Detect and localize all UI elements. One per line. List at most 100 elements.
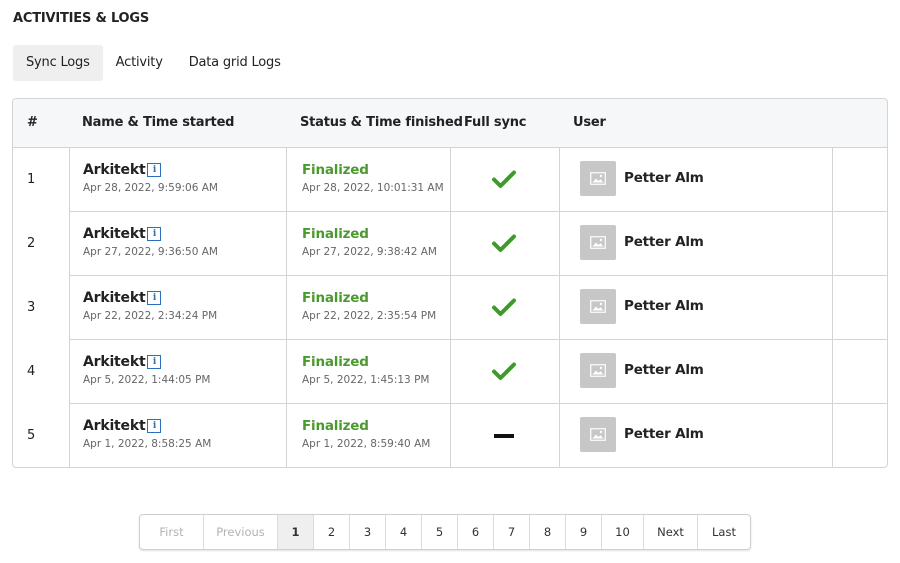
avatar (580, 353, 616, 388)
column-divider (832, 148, 833, 211)
pagination: First Previous 1 2 3 4 5 6 7 8 9 10 Next Last (139, 514, 751, 550)
user-name: Petter Alm (624, 362, 704, 378)
image-placeholder-icon (590, 364, 606, 377)
tab-activity[interactable]: Activity (103, 45, 176, 81)
pagination-4-page-button[interactable]: 4 (386, 515, 422, 549)
time-finished: Apr 28, 2022, 10:01:31 AM (302, 182, 444, 194)
pagination-1-page-button[interactable]: 1 (278, 515, 314, 549)
tab-sync-logs[interactable]: Sync Logs (13, 45, 103, 81)
time-started: Apr 28, 2022, 9:59:06 AM (83, 182, 218, 194)
header-user: User (573, 115, 606, 130)
row-number: 5 (27, 428, 36, 443)
pagination-7-page-button[interactable]: 7 (494, 515, 530, 549)
pagination-last-button[interactable]: Last (698, 515, 750, 549)
checkmark-icon (492, 170, 516, 188)
user-name: Petter Alm (624, 298, 704, 314)
row-number-cell: 1 (13, 148, 70, 211)
row-number: 4 (27, 364, 36, 379)
time-started: Apr 5, 2022, 1:44:05 PM (83, 374, 211, 386)
column-divider (559, 276, 560, 339)
status-label: Finalized (302, 418, 369, 434)
activities-logs-page: ACTIVITIES & LOGS Sync Logs Activity Dat… (0, 0, 900, 563)
row-number-cell: 3 (13, 276, 70, 339)
info-icon[interactable]: i (147, 227, 162, 241)
header-name-time-started: Name & Time started (82, 115, 235, 130)
avatar (580, 161, 616, 196)
column-divider (832, 340, 833, 403)
table-row[interactable]: 2 Arkitekt i Apr 27, 2022, 9:36:50 AM Fi… (13, 212, 887, 276)
header-num: # (27, 115, 38, 130)
time-finished: Apr 22, 2022, 2:35:54 PM (302, 310, 437, 322)
column-divider (450, 340, 451, 403)
table-row[interactable]: 4 Arkitekt i Apr 5, 2022, 1:44:05 PM Fin… (13, 340, 887, 404)
pagination-5-page-button[interactable]: 5 (422, 515, 458, 549)
column-divider (286, 212, 287, 275)
sync-name-label: Arkitekt (83, 354, 146, 370)
column-divider (559, 340, 560, 403)
checkmark-icon (492, 362, 516, 380)
pagination-8-page-button[interactable]: 8 (530, 515, 566, 549)
sync-name-label: Arkitekt (83, 226, 146, 242)
info-icon[interactable]: i (147, 291, 162, 305)
column-divider (559, 212, 560, 275)
column-divider (286, 148, 287, 211)
row-number: 2 (27, 236, 36, 251)
column-divider (286, 276, 287, 339)
info-icon[interactable]: i (147, 163, 162, 177)
image-placeholder-icon (590, 428, 606, 441)
sync-name: Arkitekt i (83, 418, 162, 434)
table-row[interactable]: 1 Arkitekt i Apr 28, 2022, 9:59:06 AM Fi… (13, 148, 887, 212)
sync-name: Arkitekt i (83, 354, 162, 370)
sync-name-label: Arkitekt (83, 418, 146, 434)
page-title: ACTIVITIES & LOGS (13, 11, 150, 26)
time-started: Apr 1, 2022, 8:58:25 AM (83, 438, 212, 450)
log-tabs: Sync Logs Activity Data grid Logs (13, 45, 294, 81)
header-status-time-finished: Status & Time finished (300, 115, 463, 130)
status-label: Finalized (302, 226, 369, 242)
sync-name: Arkitekt i (83, 226, 162, 242)
pagination-2-page-button[interactable]: 2 (314, 515, 350, 549)
column-divider (832, 212, 833, 275)
time-finished: Apr 5, 2022, 1:45:13 PM (302, 374, 430, 386)
table-row[interactable]: 5 Arkitekt i Apr 1, 2022, 8:58:25 AM Fin… (13, 404, 887, 467)
avatar (580, 289, 616, 324)
checkmark-icon (492, 234, 516, 252)
row-number-cell: 5 (13, 404, 70, 467)
sync-name: Arkitekt i (83, 290, 162, 306)
time-started: Apr 22, 2022, 2:34:24 PM (83, 310, 218, 322)
image-placeholder-icon (590, 300, 606, 313)
sync-name-label: Arkitekt (83, 290, 146, 306)
status-label: Finalized (302, 162, 369, 178)
user-name: Petter Alm (624, 234, 704, 250)
pagination-next-button[interactable]: Next (644, 515, 698, 549)
time-started: Apr 27, 2022, 9:36:50 AM (83, 246, 218, 258)
column-divider (286, 404, 287, 467)
status-label: Finalized (302, 354, 369, 370)
status-label: Finalized (302, 290, 369, 306)
avatar (580, 225, 616, 260)
header-full-sync: Full sync (464, 115, 527, 130)
pagination-previous-button[interactable]: Previous (204, 515, 278, 549)
pagination-first-button[interactable]: First (140, 515, 204, 549)
column-divider (450, 212, 451, 275)
pagination-3-page-button[interactable]: 3 (350, 515, 386, 549)
user-name: Petter Alm (624, 426, 704, 442)
avatar (580, 417, 616, 452)
info-icon[interactable]: i (147, 419, 162, 433)
table-row[interactable]: 3 Arkitekt i Apr 22, 2022, 2:34:24 PM Fi… (13, 276, 887, 340)
user-name: Petter Alm (624, 170, 704, 186)
info-icon[interactable]: i (147, 355, 162, 369)
tab-data-grid-logs[interactable]: Data grid Logs (176, 45, 294, 81)
checkmark-icon (492, 298, 516, 316)
sync-logs-table: # Name & Time started Status & Time fini… (12, 98, 888, 468)
pagination-9-page-button[interactable]: 9 (566, 515, 602, 549)
time-finished: Apr 1, 2022, 8:59:40 AM (302, 438, 431, 450)
pagination-6-page-button[interactable]: 6 (458, 515, 494, 549)
sync-name: Arkitekt i (83, 162, 162, 178)
row-number-cell: 2 (13, 212, 70, 275)
row-number: 3 (27, 300, 36, 315)
pagination-10-page-button[interactable]: 10 (602, 515, 644, 549)
sync-name-label: Arkitekt (83, 162, 146, 178)
column-divider (559, 148, 560, 211)
column-divider (286, 340, 287, 403)
